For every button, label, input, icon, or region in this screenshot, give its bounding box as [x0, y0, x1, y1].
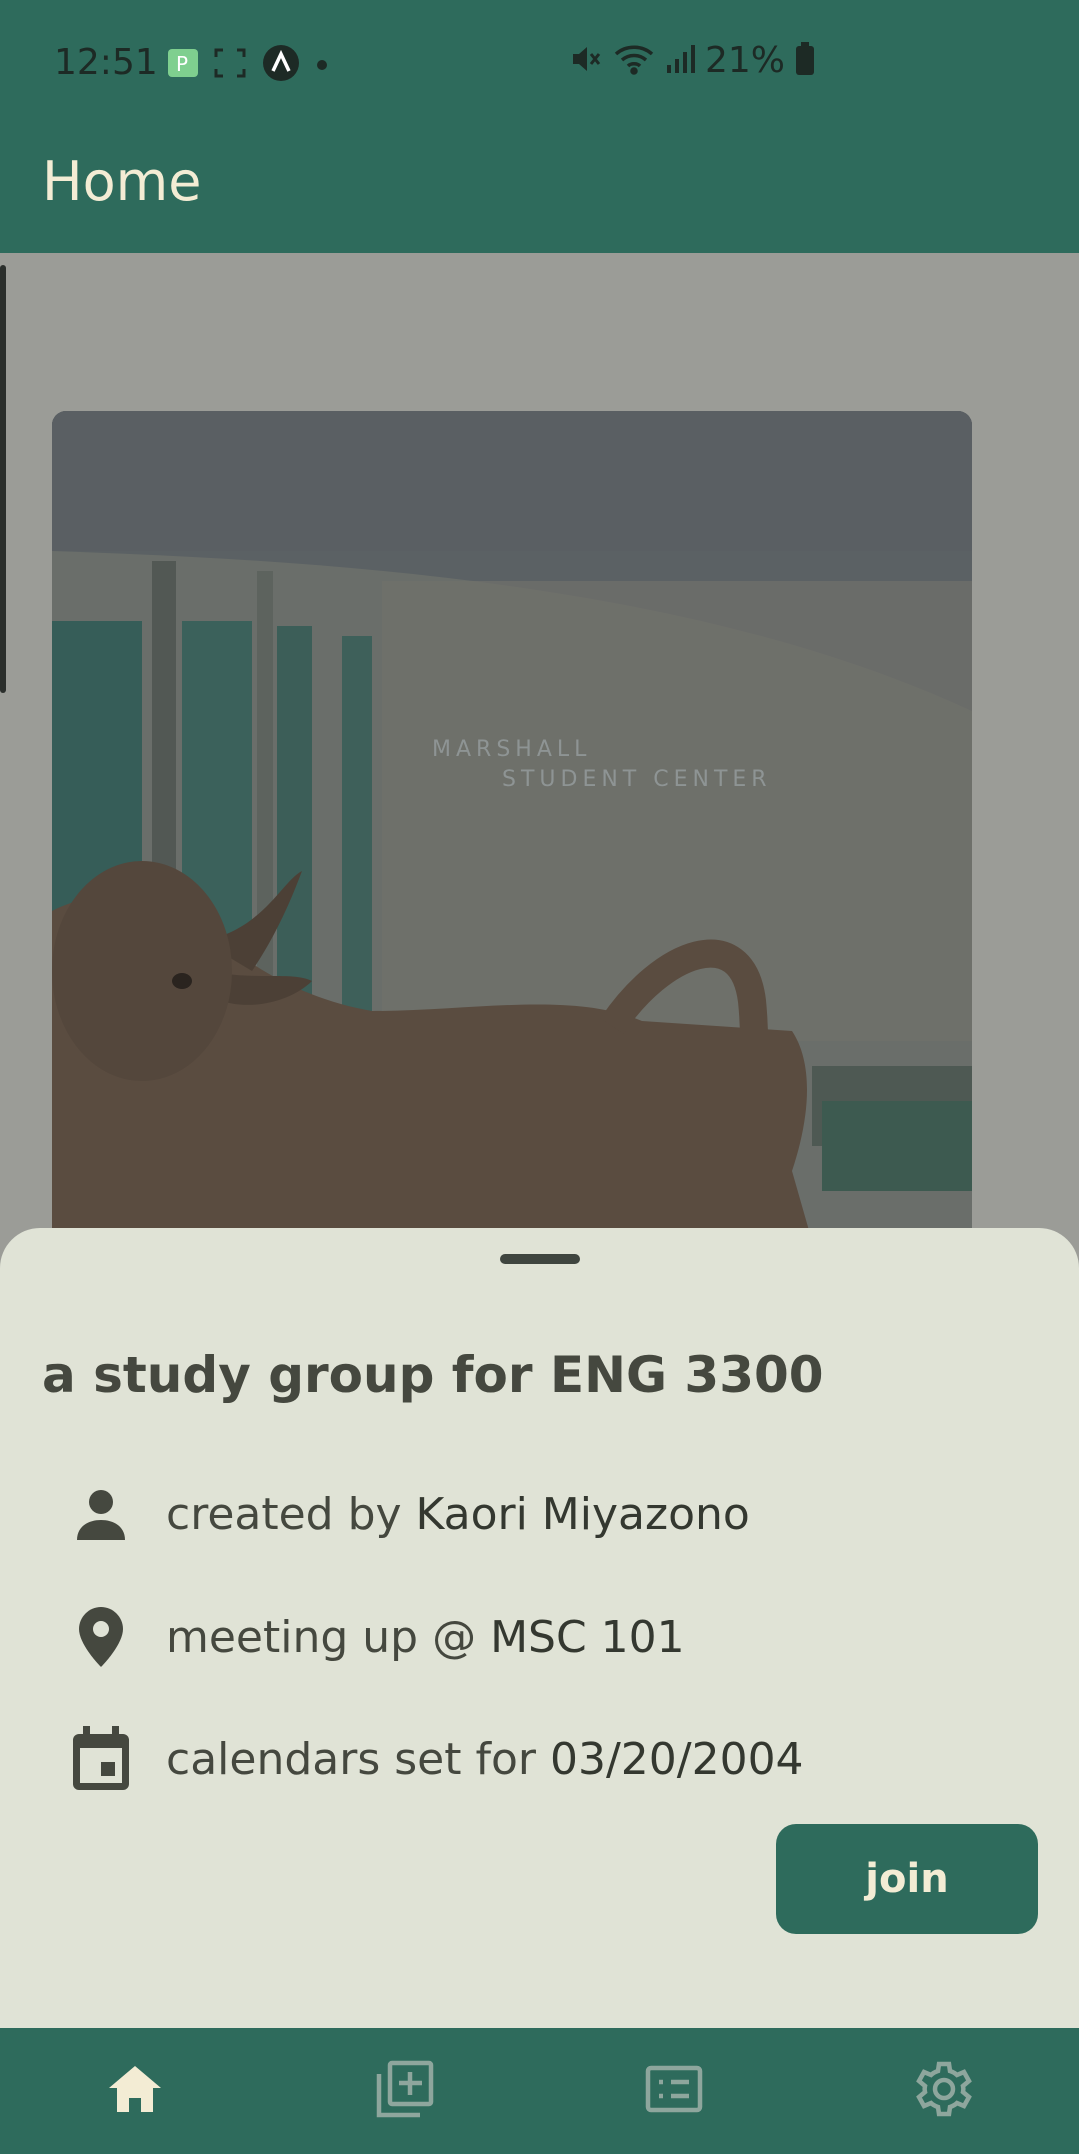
group-image[interactable]: MARSHALL STUDENT CENTER [52, 411, 972, 1228]
location-row: meeting up @ MSC 101 [70, 1606, 685, 1668]
date-row: calendars set for 03/20/2004 [70, 1726, 804, 1790]
group-details-sheet: a study group for ENG 3300 created by Ka… [0, 1228, 1079, 2028]
nav-settings[interactable] [809, 2028, 1079, 2154]
screenshot-icon [214, 48, 246, 82]
content-area: MARSHALL STUDENT CENTER [0, 253, 1079, 1228]
group-title: a study group for ENG 3300 [42, 1346, 824, 1404]
wifi-icon [613, 42, 655, 80]
system-status-icons: 21% [569, 40, 815, 81]
notification-icons: P [168, 44, 328, 86]
creator-row: created by Kaori Miyazono [70, 1483, 750, 1545]
creator-name: Kaori Miyazono [415, 1488, 750, 1540]
mute-icon [569, 42, 603, 80]
svg-text:P: P [176, 52, 188, 76]
location-pin-icon [70, 1606, 132, 1668]
svg-text:STUDENT CENTER: STUDENT CENTER [502, 767, 772, 792]
page-title: Home [42, 150, 202, 213]
nav-home[interactable] [0, 2028, 270, 2154]
join-button[interactable]: join [776, 1824, 1038, 1934]
list-icon [645, 2065, 703, 2117]
location-name: MSC 101 [490, 1611, 685, 1663]
signal-icon [665, 43, 695, 79]
home-icon [107, 2064, 163, 2118]
location-label: meeting up @ [166, 1611, 491, 1663]
calendar-icon [70, 1726, 132, 1790]
settings-icon [915, 2060, 973, 2122]
bottom-navigation [0, 2028, 1079, 2154]
creator-label: created by [166, 1488, 416, 1540]
battery-icon [795, 41, 815, 80]
svg-text:MARSHALL: MARSHALL [432, 737, 591, 762]
dot-icon [316, 56, 328, 75]
nav-list[interactable] [540, 2028, 810, 2154]
status-bar: 12:51 P 21% [0, 0, 1079, 120]
nav-add-group[interactable] [270, 2028, 540, 2154]
app-bar: Home [0, 120, 1079, 253]
date-value: 03/20/2004 [549, 1733, 804, 1785]
drag-handle[interactable] [500, 1254, 580, 1264]
app-a-icon [262, 44, 300, 86]
student-center-bull-photo: MARSHALL STUDENT CENTER [52, 411, 972, 1228]
status-time: 12:51 [54, 42, 158, 83]
battery-percent: 21% [704, 40, 785, 81]
date-label: calendars set for [166, 1733, 550, 1785]
payment-app-icon: P [168, 49, 198, 81]
scroll-indicator[interactable] [0, 265, 6, 693]
person-icon [70, 1483, 132, 1545]
add-group-icon [376, 2060, 434, 2122]
